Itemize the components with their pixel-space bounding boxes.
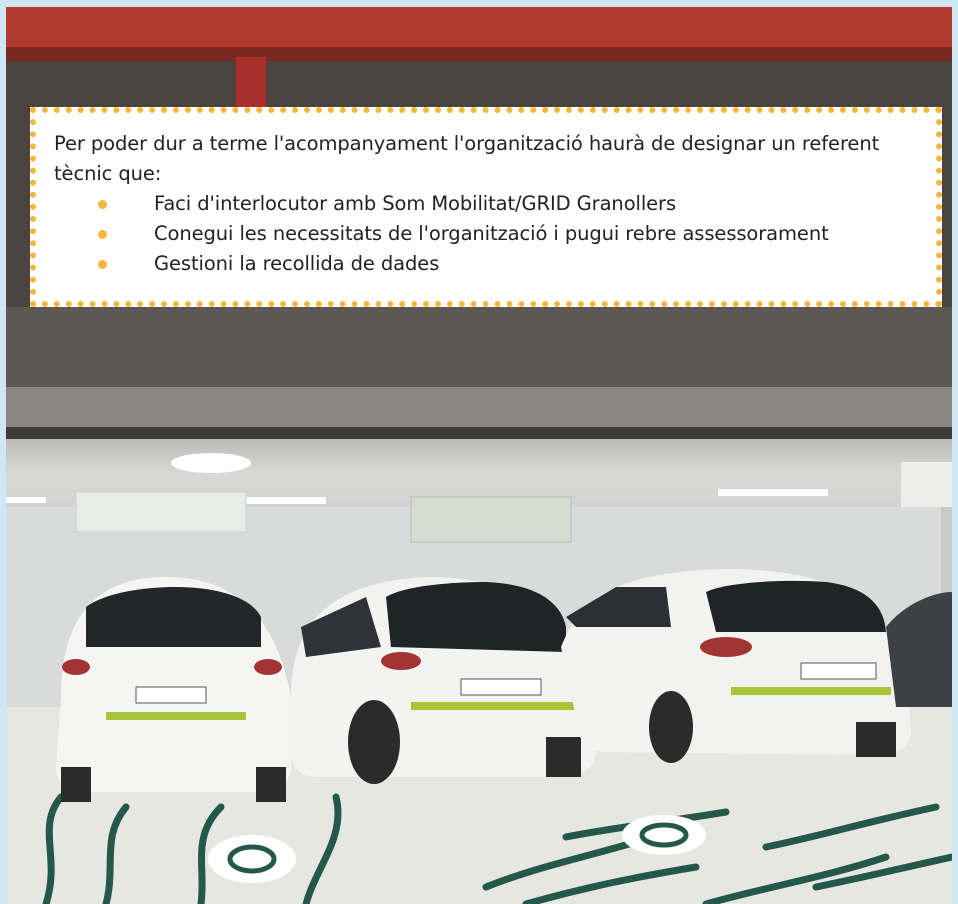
list-item-label: Conegui les necessitats de l'organitzaci… bbox=[154, 222, 829, 245]
bullet-icon bbox=[98, 200, 107, 209]
bullet-icon bbox=[98, 230, 107, 239]
bullet-icon bbox=[98, 260, 107, 269]
requirements-list: Faci d'interlocutor amb Som Mobilitat/GR… bbox=[54, 189, 918, 279]
callout-intro-text: Per poder dur a terme l'acompanyament l'… bbox=[54, 132, 880, 185]
list-item-label: Gestioni la recollida de dades bbox=[154, 252, 440, 275]
list-item: Faci d'interlocutor amb Som Mobilitat/GR… bbox=[54, 189, 918, 219]
background-photo: Per poder dur a terme l'acompanyament l'… bbox=[6, 7, 952, 904]
info-callout-box: Per poder dur a terme l'acompanyament l'… bbox=[30, 107, 942, 307]
list-item-label: Faci d'interlocutor amb Som Mobilitat/GR… bbox=[154, 192, 677, 215]
list-item: Gestioni la recollida de dades bbox=[54, 249, 918, 279]
list-item: Conegui les necessitats de l'organitzaci… bbox=[54, 219, 918, 249]
